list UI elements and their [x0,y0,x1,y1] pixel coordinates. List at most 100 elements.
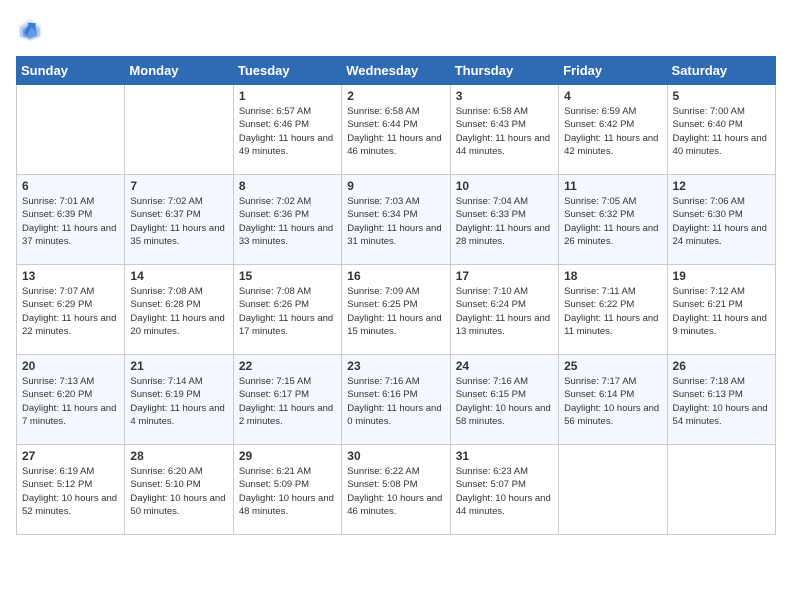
calendar-cell: 4 Sunrise: 6:59 AM Sunset: 6:42 PM Daylig… [559,85,667,175]
calendar-cell: 29 Sunrise: 6:21 AM Sunset: 5:09 PM Dayli… [233,445,341,535]
calendar-cell: 17Sunrise: 7:10 AM Sunset: 6:24 PM Dayli… [450,265,558,355]
cell-info: Sunrise: 7:02 AM Sunset: 6:37 PM Dayligh… [130,195,227,248]
calendar-week-1: 1Sunrise: 6:57 AM Sunset: 6:46 PM Daylig… [17,85,776,175]
calendar-table: SundayMondayTuesdayWednesdayThursdayFrid… [16,56,776,535]
day-number: 28 [130,449,227,463]
calendar-cell: 12 Sunrise: 7:06 AM Sunset: 6:30 PM Dayli… [667,175,775,265]
page-header [16,16,776,44]
calendar-cell: 5 Sunrise: 7:00 AM Sunset: 6:40 PM Daylig… [667,85,775,175]
day-number: 31 [456,449,553,463]
cell-info: Sunrise: 6:58 AM Sunset: 6:43 PM Dayligh… [456,105,553,158]
day-number: 9 [347,179,444,193]
day-number: 16 [347,269,444,283]
cell-info: Sunrise: 7:03 AM Sunset: 6:34 PM Dayligh… [347,195,444,248]
column-header-friday: Friday [559,57,667,85]
logo-icon [16,16,44,44]
calendar-cell [125,85,233,175]
calendar-cell: 27 Sunrise: 6:19 AM Sunset: 5:12 PM Dayli… [17,445,125,535]
cell-info: Sunrise: 7:08 AM Sunset: 6:28 PM Dayligh… [130,285,227,338]
calendar-cell: 15 Sunrise: 7:08 AM Sunset: 6:26 PM Dayli… [233,265,341,355]
cell-info: Sunrise: 7:00 AM Sunset: 6:40 PM Dayligh… [673,105,770,158]
day-number: 6 [22,179,119,193]
cell-info: Sunrise: 6:23 AM Sunset: 5:07 PM Dayligh… [456,465,553,518]
column-header-tuesday: Tuesday [233,57,341,85]
day-number: 18 [564,269,661,283]
column-header-monday: Monday [125,57,233,85]
calendar-cell: 28 Sunrise: 6:20 AM Sunset: 5:10 PM Dayli… [125,445,233,535]
day-number: 27 [22,449,119,463]
day-number: 13 [22,269,119,283]
cell-info: Sunrise: 7:05 AM Sunset: 6:32 PM Dayligh… [564,195,661,248]
calendar-week-4: 20 Sunrise: 7:13 AM Sunset: 6:20 PM Dayli… [17,355,776,445]
day-number: 4 [564,89,661,103]
calendar-cell: 10 Sunrise: 7:04 AM Sunset: 6:33 PM Dayli… [450,175,558,265]
calendar-cell: 16 Sunrise: 7:09 AM Sunset: 6:25 PM Dayli… [342,265,450,355]
calendar-week-2: 6 Sunrise: 7:01 AM Sunset: 6:39 PM Daylig… [17,175,776,265]
day-number: 26 [673,359,770,373]
day-number: 20 [22,359,119,373]
cell-info: Sunrise: 7:09 AM Sunset: 6:25 PM Dayligh… [347,285,444,338]
day-number: 21 [130,359,227,373]
calendar-cell: 6 Sunrise: 7:01 AM Sunset: 6:39 PM Daylig… [17,175,125,265]
day-number: 10 [456,179,553,193]
calendar-cell: 2 Sunrise: 6:58 AM Sunset: 6:44 PM Daylig… [342,85,450,175]
logo [16,16,48,44]
cell-info: Sunrise: 6:59 AM Sunset: 6:42 PM Dayligh… [564,105,661,158]
calendar-cell [559,445,667,535]
cell-info: Sunrise: 7:13 AM Sunset: 6:20 PM Dayligh… [22,375,119,428]
day-number: 30 [347,449,444,463]
calendar-cell: 3 Sunrise: 6:58 AM Sunset: 6:43 PM Daylig… [450,85,558,175]
cell-info: Sunrise: 7:16 AM Sunset: 6:16 PM Dayligh… [347,375,444,428]
calendar-cell: 1Sunrise: 6:57 AM Sunset: 6:46 PM Daylig… [233,85,341,175]
column-header-wednesday: Wednesday [342,57,450,85]
day-number: 8 [239,179,336,193]
day-number: 24 [456,359,553,373]
cell-info: Sunrise: 6:20 AM Sunset: 5:10 PM Dayligh… [130,465,227,518]
cell-info: Sunrise: 7:16 AM Sunset: 6:15 PM Dayligh… [456,375,553,428]
calendar-cell: 14Sunrise: 7:08 AM Sunset: 6:28 PM Dayli… [125,265,233,355]
cell-info: Sunrise: 7:12 AM Sunset: 6:21 PM Dayligh… [673,285,770,338]
cell-info: Sunrise: 7:02 AM Sunset: 6:36 PM Dayligh… [239,195,336,248]
day-number: 2 [347,89,444,103]
day-number: 5 [673,89,770,103]
day-number: 22 [239,359,336,373]
cell-info: Sunrise: 7:14 AM Sunset: 6:19 PM Dayligh… [130,375,227,428]
calendar-cell: 18Sunrise: 7:11 AM Sunset: 6:22 PM Dayli… [559,265,667,355]
cell-info: Sunrise: 6:21 AM Sunset: 5:09 PM Dayligh… [239,465,336,518]
calendar-cell: 19 Sunrise: 7:12 AM Sunset: 6:21 PM Dayli… [667,265,775,355]
day-number: 3 [456,89,553,103]
calendar-cell: 23 Sunrise: 7:16 AM Sunset: 6:16 PM Dayli… [342,355,450,445]
cell-info: Sunrise: 7:18 AM Sunset: 6:13 PM Dayligh… [673,375,770,428]
day-number: 7 [130,179,227,193]
calendar-cell: 7 Sunrise: 7:02 AM Sunset: 6:37 PM Daylig… [125,175,233,265]
cell-info: Sunrise: 6:22 AM Sunset: 5:08 PM Dayligh… [347,465,444,518]
day-number: 12 [673,179,770,193]
calendar-cell: 11 Sunrise: 7:05 AM Sunset: 6:32 PM Dayli… [559,175,667,265]
cell-info: Sunrise: 7:08 AM Sunset: 6:26 PM Dayligh… [239,285,336,338]
calendar-cell: 8 Sunrise: 7:02 AM Sunset: 6:36 PM Daylig… [233,175,341,265]
calendar-cell: 31 Sunrise: 6:23 AM Sunset: 5:07 PM Dayli… [450,445,558,535]
day-number: 15 [239,269,336,283]
calendar-cell: 26 Sunrise: 7:18 AM Sunset: 6:13 PM Dayli… [667,355,775,445]
cell-info: Sunrise: 7:15 AM Sunset: 6:17 PM Dayligh… [239,375,336,428]
day-number: 25 [564,359,661,373]
cell-info: Sunrise: 7:07 AM Sunset: 6:29 PM Dayligh… [22,285,119,338]
day-number: 11 [564,179,661,193]
day-number: 23 [347,359,444,373]
cell-info: Sunrise: 6:57 AM Sunset: 6:46 PM Dayligh… [239,105,336,158]
cell-info: Sunrise: 7:04 AM Sunset: 6:33 PM Dayligh… [456,195,553,248]
cell-info: Sunrise: 7:01 AM Sunset: 6:39 PM Dayligh… [22,195,119,248]
column-header-thursday: Thursday [450,57,558,85]
day-number: 29 [239,449,336,463]
day-number: 19 [673,269,770,283]
day-number: 17 [456,269,553,283]
calendar-cell: 13 Sunrise: 7:07 AM Sunset: 6:29 PM Dayli… [17,265,125,355]
cell-info: Sunrise: 6:58 AM Sunset: 6:44 PM Dayligh… [347,105,444,158]
calendar-cell: 20 Sunrise: 7:13 AM Sunset: 6:20 PM Dayli… [17,355,125,445]
calendar-cell: 9 Sunrise: 7:03 AM Sunset: 6:34 PM Daylig… [342,175,450,265]
cell-info: Sunrise: 7:06 AM Sunset: 6:30 PM Dayligh… [673,195,770,248]
column-header-saturday: Saturday [667,57,775,85]
calendar-cell [17,85,125,175]
calendar-cell: 30 Sunrise: 6:22 AM Sunset: 5:08 PM Dayli… [342,445,450,535]
cell-info: Sunrise: 6:19 AM Sunset: 5:12 PM Dayligh… [22,465,119,518]
